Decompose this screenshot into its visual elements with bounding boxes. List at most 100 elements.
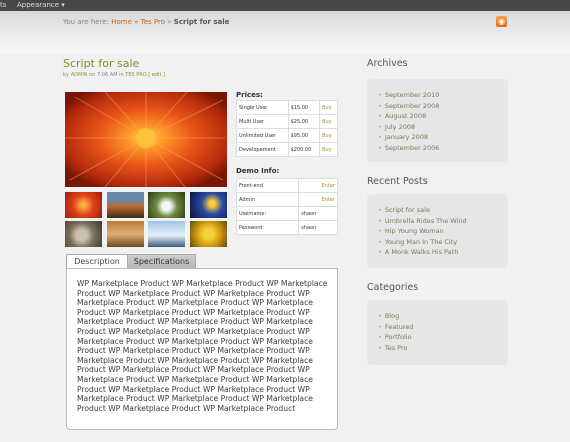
bullet-icon: • [378, 216, 382, 225]
breadcrumb-home-link[interactable]: Home [111, 18, 132, 26]
breadcrumb-current: Script for sale [173, 18, 230, 26]
bullet-icon: • [378, 101, 382, 110]
bullet-icon: • [378, 343, 382, 352]
category-link[interactable]: Portfolio [385, 333, 412, 341]
appearance-menu[interactable]: Appearance ▾ [17, 1, 65, 9]
category-link[interactable]: Blog [385, 312, 399, 320]
list-item[interactable]: • Featured [378, 322, 414, 333]
recent-posts-heading: Recent Posts [367, 176, 428, 187]
category-link[interactable]: Featured [385, 323, 414, 331]
bullet-icon: • [378, 91, 382, 99]
list-item[interactable]: • August 2008 [378, 111, 439, 122]
author-link[interactable]: ADMIN [71, 72, 88, 78]
demo-value: shaon [298, 220, 338, 235]
demo-label: Username: [235, 206, 300, 221]
price-plan-name: Single User [236, 100, 289, 115]
demo-info-heading: Demo Info: [236, 167, 280, 175]
list-item[interactable]: • Umbrella Rides The Wind [378, 216, 467, 227]
demo-label: Password: [235, 220, 300, 235]
post-title[interactable]: Script for sale [63, 57, 139, 70]
table-row: Multi User $25.00 Buy [236, 114, 338, 129]
breadcrumb: You are here: Home » Tes Pro » Script fo… [63, 18, 229, 26]
demo-label: Front-end [235, 178, 300, 193]
recent-post-link[interactable]: A Monk Walks His Path [385, 248, 459, 256]
thumbnail-image[interactable] [148, 221, 185, 247]
edit-link[interactable]: [ edit ] [148, 72, 165, 78]
recent-post-link[interactable]: Hip Young Woman [385, 227, 444, 235]
tab-description[interactable]: Description [66, 254, 128, 269]
breadcrumb-separator: » [167, 18, 172, 26]
list-item[interactable]: • Portfolio [378, 332, 414, 343]
thumbnail-image[interactable] [107, 192, 144, 218]
list-item[interactable]: • September 2010 [378, 90, 439, 101]
thumbnail-image[interactable] [65, 221, 102, 247]
recent-post-link[interactable]: Script for sale [385, 206, 430, 214]
thumbnail-image[interactable] [107, 221, 144, 247]
archive-link[interactable]: July 2008 [385, 123, 415, 131]
prices-table: Single User $15.00 Buy Multi User $25.00… [236, 100, 338, 157]
table-row: Unlimited User $95.00 Buy [236, 128, 338, 143]
list-item[interactable]: • A Monk Walks His Path [378, 247, 467, 258]
categories-widget: • Blog • Featured • Portfolio • Tes Pro [367, 300, 508, 365]
recent-post-link[interactable]: Young Man In The City [385, 238, 457, 246]
buy-link[interactable]: Buy [319, 100, 338, 115]
breadcrumb-prefix: You are here: [63, 18, 109, 26]
thumbnail-image[interactable] [190, 221, 227, 247]
bullet-icon: • [378, 133, 382, 142]
table-row: Single User $15.00 Buy [236, 100, 338, 115]
table-row: Front-end Enter [235, 178, 338, 193]
buy-link[interactable]: Buy [319, 128, 338, 143]
bullet-icon: • [378, 248, 382, 257]
price-plan-name: Unlimited User [236, 128, 289, 143]
buy-link[interactable]: Buy [319, 114, 338, 129]
bullet-icon: • [378, 312, 382, 320]
demo-value: shaon [298, 206, 338, 221]
bullet-icon: • [378, 206, 382, 214]
archive-link[interactable]: August 2008 [385, 112, 426, 120]
thumbnail-image[interactable] [148, 192, 185, 218]
recent-posts-list: • Script for sale • Umbrella Rides The Win… [378, 205, 467, 258]
enter-link[interactable]: Enter [298, 192, 338, 207]
buy-link[interactable]: Buy [319, 142, 338, 157]
bullet-icon: • [378, 112, 382, 121]
category-link[interactable]: TES PRO [125, 72, 146, 78]
list-item[interactable]: • January 2008 [378, 132, 439, 143]
list-item[interactable]: • July 2008 [378, 122, 439, 133]
price-plan-name: Multi User [236, 114, 289, 129]
list-item[interactable]: • Hip Young Woman [378, 226, 467, 237]
description-panel: WP Marketplace Product WP Marketplace Pr… [66, 268, 338, 430]
list-item[interactable]: • September 2006 [378, 143, 439, 154]
bullet-icon: • [378, 322, 382, 331]
table-row: Developement $200.00 Buy [236, 142, 338, 157]
list-item[interactable]: • Tes Pro [378, 343, 414, 354]
admin-bar: ts Appearance ▾ [0, 0, 570, 11]
demo-info-table: Front-end Enter Admin Enter Username: sh… [235, 178, 338, 235]
table-row: Username: shaon [235, 206, 338, 221]
archive-link[interactable]: January 2008 [385, 133, 428, 141]
archive-link[interactable]: September 2010 [385, 91, 440, 99]
product-main-image[interactable] [65, 92, 227, 187]
admin-bar-item[interactable]: ts [0, 1, 6, 9]
archive-link[interactable]: September 2008 [385, 102, 440, 110]
thumbnail-image[interactable] [65, 192, 102, 218]
demo-label: Admin [235, 192, 300, 207]
meta-by: by [63, 72, 70, 78]
price-value: $200.00 [287, 142, 321, 157]
list-item[interactable]: • September 2008 [378, 101, 439, 112]
recent-post-link[interactable]: Umbrella Rides The Wind [385, 217, 467, 225]
price-value: $15.00 [287, 100, 321, 115]
list-item[interactable]: • Young Man In The City [378, 237, 467, 248]
archive-link[interactable]: September 2006 [385, 144, 440, 152]
list-item[interactable]: • Blog [378, 311, 414, 322]
price-value: $25.00 [287, 114, 321, 129]
flower-image [65, 92, 227, 187]
rss-feed-icon[interactable]: ◉ [496, 16, 507, 27]
enter-link[interactable]: Enter [298, 178, 338, 193]
breadcrumb-section-link[interactable]: Tes Pro [141, 18, 165, 26]
category-link[interactable]: Tes Pro [385, 344, 408, 352]
breadcrumb-separator: » [134, 18, 139, 26]
list-item[interactable]: • Script for sale [378, 205, 467, 216]
price-value: $95.00 [287, 128, 321, 143]
tab-specifications[interactable]: Specifications [127, 254, 196, 269]
thumbnail-image[interactable] [190, 192, 227, 218]
